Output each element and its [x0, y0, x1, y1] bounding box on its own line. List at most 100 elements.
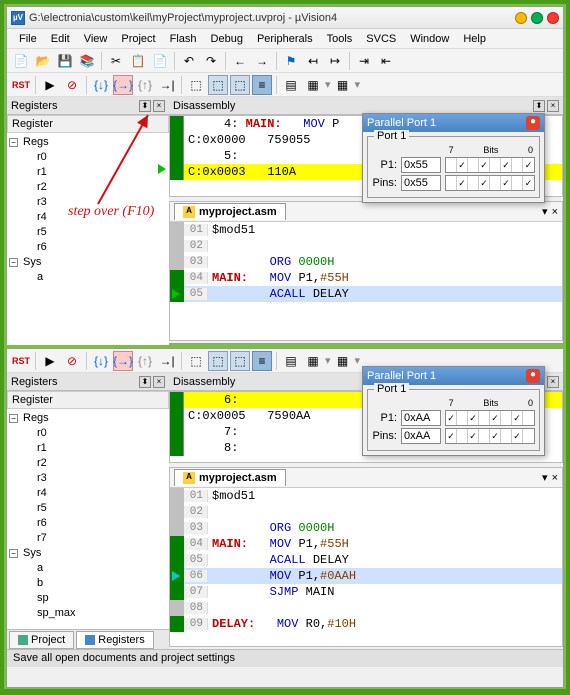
- bit-checkbox[interactable]: ✓: [446, 429, 457, 443]
- menu-edit[interactable]: Edit: [45, 31, 76, 47]
- win-view-icon[interactable]: ▦: [303, 75, 323, 95]
- pin-icon[interactable]: ⬍: [139, 100, 151, 112]
- editor-body[interactable]: 01$mod510203 ORG 0000H04MAIN: MOV P1,#55…: [170, 488, 562, 632]
- win-view-icon[interactable]: ▦: [303, 351, 323, 371]
- pins-value-input[interactable]: [401, 428, 441, 444]
- menu-help[interactable]: Help: [457, 31, 492, 47]
- tree-toggle-icon[interactable]: −: [9, 138, 18, 147]
- pin-icon[interactable]: ⬍: [533, 100, 545, 112]
- menu-debug[interactable]: Debug: [205, 31, 249, 47]
- bit-checkbox[interactable]: ✓: [501, 158, 512, 172]
- reset-icon[interactable]: RST: [11, 75, 31, 95]
- run-icon[interactable]: ▶: [40, 75, 60, 95]
- dialog-close-icon[interactable]: ●: [526, 116, 540, 130]
- bit-checkbox[interactable]: [446, 158, 457, 172]
- bit-checkbox[interactable]: ✓: [446, 411, 457, 425]
- register-item[interactable]: r2: [9, 180, 167, 195]
- bit-checkbox[interactable]: [501, 411, 512, 425]
- register-item[interactable]: r3: [9, 471, 167, 486]
- bit-checkbox[interactable]: [479, 429, 490, 443]
- p1-bits[interactable]: ✓ ✓ ✓ ✓: [445, 410, 535, 426]
- editor-body[interactable]: 01$mod510203 ORG 0000H04MAIN: MOV P1,#55…: [170, 222, 562, 302]
- pins-value-input[interactable]: [401, 175, 441, 191]
- register-item[interactable]: a: [9, 270, 167, 285]
- bit-checkbox[interactable]: ✓: [457, 176, 468, 190]
- indent-icon[interactable]: ⇥: [354, 51, 374, 71]
- stop-icon[interactable]: ⊘: [62, 75, 82, 95]
- run-icon[interactable]: ▶: [40, 351, 60, 371]
- bit-checkbox[interactable]: [512, 158, 523, 172]
- register-item[interactable]: r0: [9, 426, 167, 441]
- panel-close-icon[interactable]: ×: [153, 100, 165, 112]
- menu-flash[interactable]: Flash: [164, 31, 203, 47]
- stop-icon[interactable]: ⊘: [62, 351, 82, 371]
- panel-close-icon[interactable]: ×: [153, 376, 165, 388]
- menu-svcs[interactable]: SVCS: [360, 31, 402, 47]
- register-item[interactable]: r2: [9, 456, 167, 471]
- bit-checkbox[interactable]: [457, 411, 468, 425]
- tree-toggle-icon[interactable]: −: [9, 414, 18, 423]
- bit-checkbox[interactable]: ✓: [468, 411, 479, 425]
- menu-view[interactable]: View: [78, 31, 114, 47]
- step-over-button[interactable]: {→}: [113, 351, 133, 371]
- col-view-icon[interactable]: ▤: [281, 351, 301, 371]
- tree-toggle-icon[interactable]: −: [9, 258, 18, 267]
- register-tree[interactable]: −Regs r0r1r2r3r4r5r6r7 −Sys abspsp_max: [7, 409, 169, 623]
- undo-icon[interactable]: ↶: [179, 51, 199, 71]
- register-item[interactable]: r5: [9, 501, 167, 516]
- show-mem-icon[interactable]: ⬚: [230, 351, 250, 371]
- bit-checkbox[interactable]: ✓: [479, 176, 490, 190]
- register-item[interactable]: r5: [9, 225, 167, 240]
- run-to-cursor-icon[interactable]: →|: [157, 351, 177, 371]
- misc-icon[interactable]: ▦: [333, 75, 353, 95]
- p1-value-input[interactable]: [401, 157, 441, 173]
- next-bookmark-icon[interactable]: ↦: [325, 51, 345, 71]
- outdent-icon[interactable]: ⇤: [376, 51, 396, 71]
- bit-checkbox[interactable]: [479, 411, 490, 425]
- bit-checkbox[interactable]: ✓: [490, 411, 501, 425]
- menu-file[interactable]: File: [13, 31, 43, 47]
- menu-tools[interactable]: Tools: [321, 31, 359, 47]
- bit-checkbox[interactable]: [490, 176, 501, 190]
- step-over-button[interactable]: {→}: [113, 75, 133, 95]
- dialog-close-icon[interactable]: ●: [526, 369, 540, 383]
- menu-peripherals[interactable]: Peripherals: [251, 31, 319, 47]
- bit-checkbox[interactable]: ✓: [512, 411, 523, 425]
- redo-icon[interactable]: ↷: [201, 51, 221, 71]
- bit-checkbox[interactable]: ✓: [490, 429, 501, 443]
- bit-checkbox[interactable]: [523, 429, 534, 443]
- bit-checkbox[interactable]: [468, 158, 479, 172]
- close-button[interactable]: [547, 12, 559, 24]
- register-item[interactable]: a: [9, 561, 167, 576]
- copy-icon[interactable]: 📋: [128, 51, 148, 71]
- save-icon[interactable]: 💾: [55, 51, 75, 71]
- bit-checkbox[interactable]: [457, 429, 468, 443]
- nav-fwd-icon[interactable]: →: [252, 51, 272, 71]
- parallel-port-dialog[interactable]: Parallel Port 1● Port 1 7Bits0 P1: ✓✓✓✓ …: [362, 113, 545, 203]
- bit-checkbox[interactable]: [523, 411, 534, 425]
- show-disasm-icon[interactable]: ⬚: [186, 351, 206, 371]
- bit-checkbox[interactable]: ✓: [512, 429, 523, 443]
- pins-bits[interactable]: ✓✓✓✓: [445, 175, 535, 191]
- register-item[interactable]: sp: [9, 591, 167, 606]
- bit-checkbox[interactable]: [501, 429, 512, 443]
- run-to-cursor-icon[interactable]: →|: [157, 75, 177, 95]
- show-watch-icon[interactable]: ≡: [252, 351, 272, 371]
- register-item[interactable]: r1: [9, 165, 167, 180]
- col-view-icon[interactable]: ▤: [281, 75, 301, 95]
- step-into-icon[interactable]: {↓}: [91, 351, 111, 371]
- bit-checkbox[interactable]: [468, 176, 479, 190]
- bit-checkbox[interactable]: ✓: [468, 429, 479, 443]
- p1-bits[interactable]: ✓✓✓✓: [445, 157, 535, 173]
- menu-window[interactable]: Window: [404, 31, 455, 47]
- show-regs-icon[interactable]: ⬚: [208, 75, 228, 95]
- tab-dropdown-icon[interactable]: ▾: [542, 471, 548, 484]
- bit-checkbox[interactable]: ✓: [457, 158, 468, 172]
- show-disasm-icon[interactable]: ⬚: [186, 75, 206, 95]
- register-item[interactable]: r4: [9, 486, 167, 501]
- misc-icon[interactable]: ▦: [333, 351, 353, 371]
- bit-checkbox[interactable]: ✓: [523, 176, 534, 190]
- bookmark-icon[interactable]: ⚑: [281, 51, 301, 71]
- pin-icon[interactable]: ⬍: [139, 376, 151, 388]
- paste-icon[interactable]: 📄: [150, 51, 170, 71]
